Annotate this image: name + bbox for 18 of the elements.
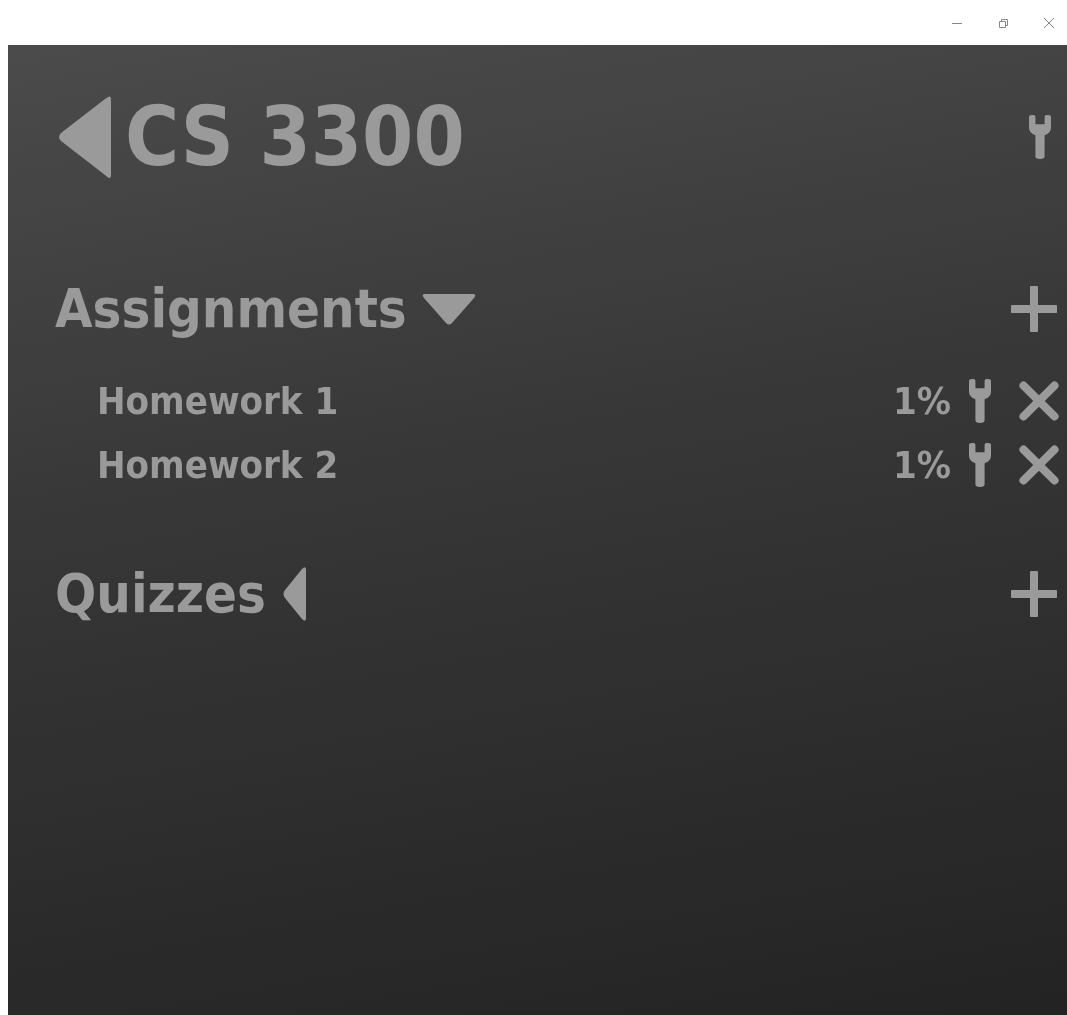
close-icon[interactable]: [1043, 16, 1055, 29]
expand-icon[interactable]: [281, 566, 308, 622]
assignment-name[interactable]: Homework 1: [97, 382, 339, 420]
add-icon[interactable]: [1011, 286, 1057, 332]
collapse-icon[interactable]: [420, 292, 477, 326]
wrench-icon[interactable]: [969, 443, 991, 487]
delete-icon[interactable]: [1019, 445, 1059, 485]
weight-percent: 1%: [892, 446, 951, 484]
restore-icon[interactable]: [997, 16, 1009, 29]
wrench-icon[interactable]: [969, 379, 991, 423]
course-title: CS 3300: [125, 96, 465, 178]
weight-percent: 1%: [892, 382, 951, 420]
wrench-icon[interactable]: [1029, 113, 1051, 161]
category-title[interactable]: Quizzes: [55, 567, 266, 621]
assignment-name[interactable]: Homework 2: [97, 446, 339, 484]
add-icon[interactable]: [1011, 571, 1057, 617]
category-title[interactable]: Assignments: [55, 282, 407, 336]
delete-icon[interactable]: [1019, 381, 1059, 421]
